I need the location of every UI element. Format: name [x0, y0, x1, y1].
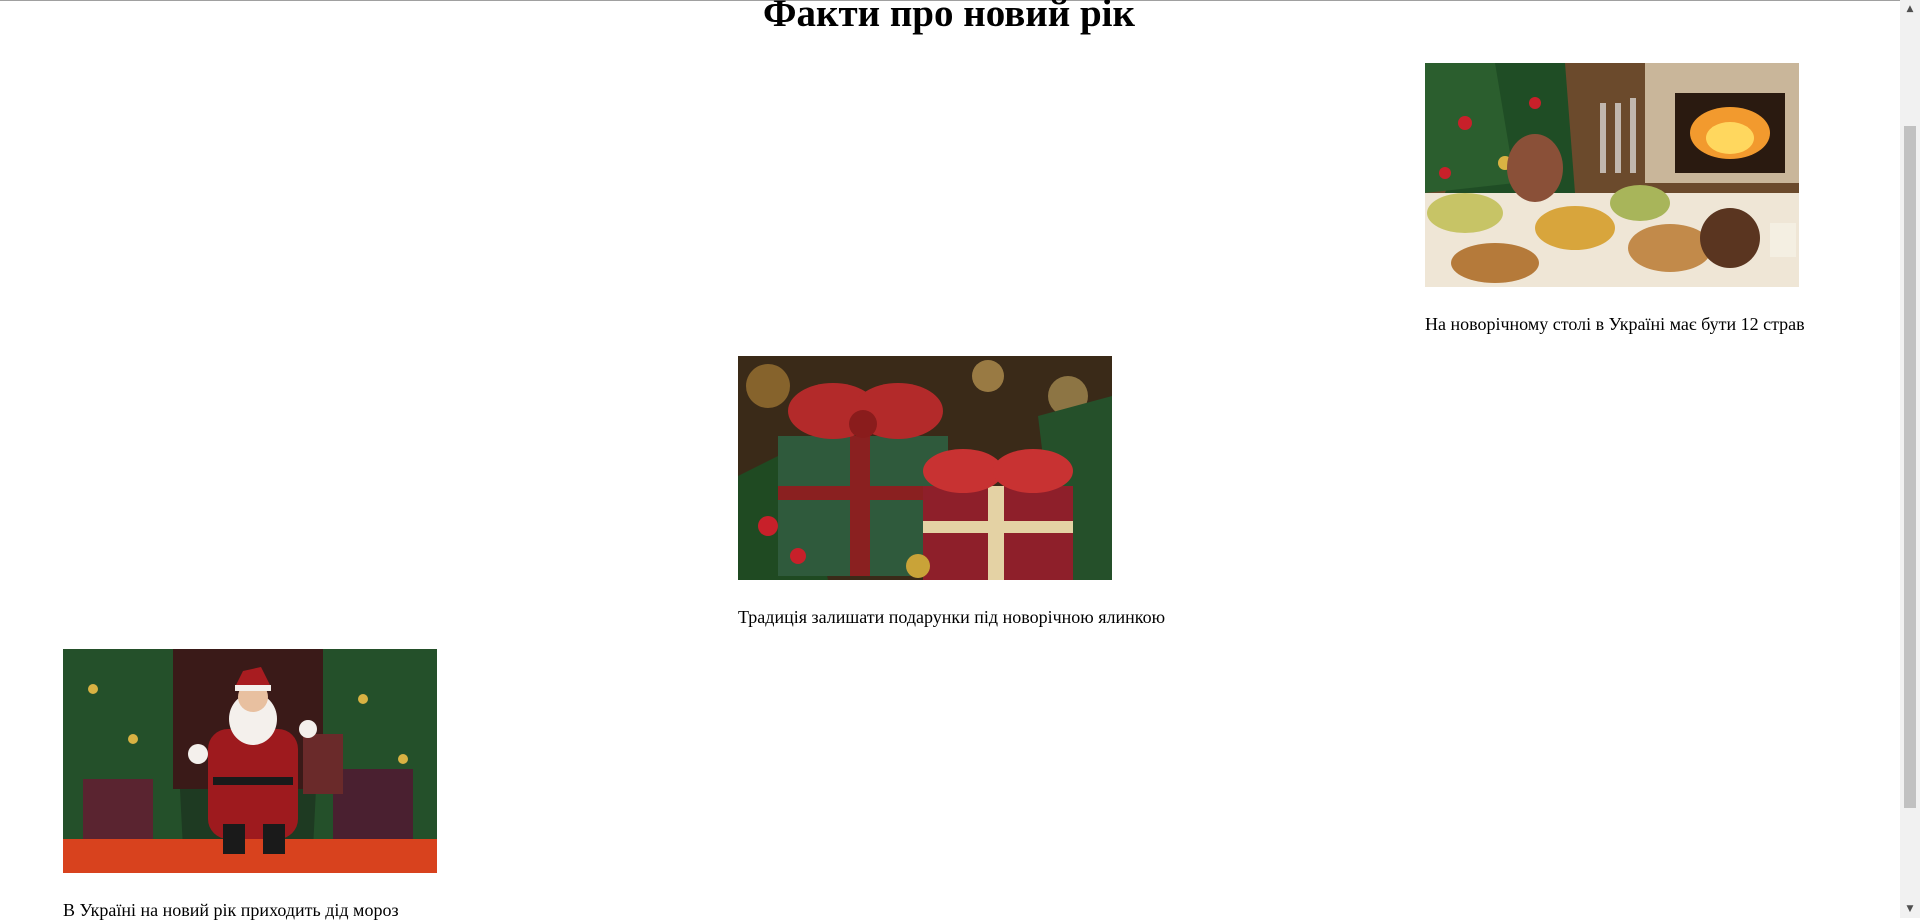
santa-claus-image: [63, 649, 437, 873]
gift-boxes-image: [738, 356, 1112, 580]
scroll-thumb[interactable]: [1904, 126, 1916, 808]
fact-item-santa: В Україні на новий рік приходить дід мор…: [63, 649, 483, 921]
page-title: Факти про новий рік: [762, 0, 1135, 35]
festive-table-image: [1425, 63, 1799, 287]
scroll-up-icon[interactable]: ▲: [1900, 0, 1920, 18]
scroll-down-icon[interactable]: ▼: [1900, 900, 1920, 918]
fact-item-table: На новорічному столі в Україні має бути …: [1425, 63, 1845, 335]
fact-caption: На новорічному столі в Україні має бути …: [1425, 314, 1805, 334]
fact-caption: Традиція залишати подарунки під новорічн…: [738, 607, 1166, 627]
vertical-scrollbar[interactable]: ▲ ▼: [1900, 0, 1920, 918]
fact-item-gifts: Традиція залишати подарунки під новорічн…: [738, 356, 1166, 628]
